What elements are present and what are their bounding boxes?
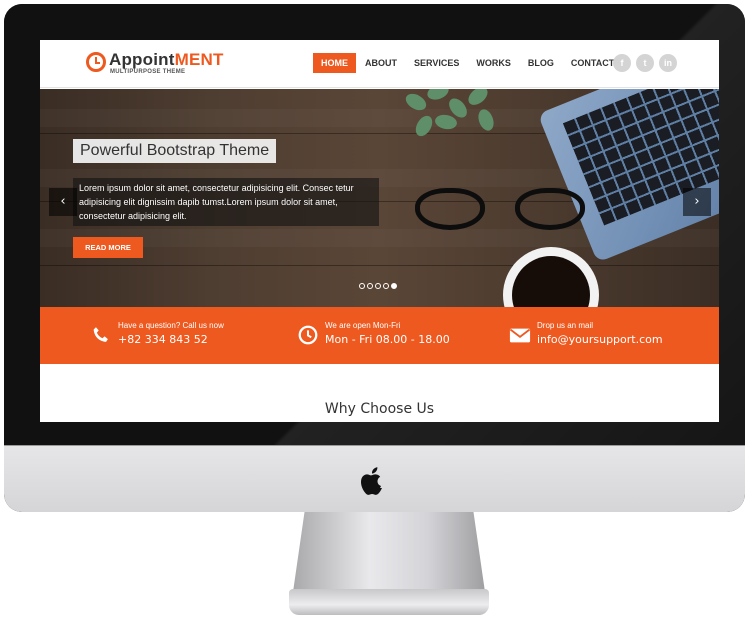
phone-icon — [93, 327, 108, 342]
clock-icon — [298, 325, 318, 345]
facebook-icon[interactable]: f — [613, 54, 631, 72]
slider-dot[interactable] — [375, 283, 381, 289]
logo-name: Appoint — [109, 50, 175, 69]
apple-logo-icon — [361, 467, 382, 495]
opening-hours: Mon - Fri 08.00 - 18.00 — [325, 333, 450, 346]
slider-dot[interactable] — [367, 283, 373, 289]
hero-slider: Powerful Bootstrap Theme Lorem ipsum dol… — [40, 89, 719, 307]
chevron-left-icon[interactable]: ‹ — [49, 188, 77, 216]
nav-about[interactable]: ABOUT — [357, 53, 405, 73]
social-links: f t in — [613, 54, 682, 72]
glasses-image — [395, 182, 605, 242]
nav-blog[interactable]: BLOG — [520, 53, 562, 73]
nav-services[interactable]: SERVICES — [406, 53, 467, 73]
coffee-cup-image — [503, 247, 599, 307]
slider-dot[interactable] — [383, 283, 389, 289]
slider-dots — [359, 283, 399, 289]
logo-tagline: MULTIPURPOSE THEME — [110, 69, 186, 75]
mail-icon — [509, 328, 531, 343]
contact-info-bar: Have a question? Call us now +82 334 843… — [40, 307, 719, 364]
clock-logo-icon — [86, 52, 106, 72]
info-label: We are open Mon-Fri — [325, 321, 401, 330]
imac-monitor: AppointMENT MULTIPURPOSE THEME HOME ABOU… — [4, 4, 745, 512]
main-nav: HOME ABOUT SERVICES WORKS BLOG CONTACT — [313, 53, 623, 73]
nav-works[interactable]: WORKS — [468, 53, 519, 73]
twitter-icon[interactable]: t — [636, 54, 654, 72]
info-label: Have a question? Call us now — [118, 321, 224, 330]
top-navbar: AppointMENT MULTIPURPOSE THEME HOME ABOU… — [40, 40, 719, 88]
slider-dot-active[interactable] — [391, 283, 397, 289]
chevron-right-icon[interactable]: › — [683, 188, 711, 216]
email-link[interactable]: info@yoursupport.com — [537, 333, 663, 346]
monitor-chin — [4, 445, 745, 512]
info-label: Drop us an mail — [537, 321, 594, 330]
phone-number[interactable]: +82 334 843 52 — [118, 333, 208, 346]
linkedin-icon[interactable]: in — [659, 54, 677, 72]
monitor-stand — [293, 512, 485, 592]
hero-title: Powerful Bootstrap Theme — [73, 139, 277, 163]
section-title: Why Choose Us — [324, 401, 435, 417]
website-screen: AppointMENT MULTIPURPOSE THEME HOME ABOU… — [40, 40, 719, 422]
plant-image — [395, 89, 505, 153]
read-more-button[interactable]: READ MORE — [73, 237, 143, 258]
hero-description: Lorem ipsum dolor sit amet, consectetur … — [73, 178, 379, 226]
slider-dot[interactable] — [359, 283, 365, 289]
nav-home[interactable]: HOME — [313, 53, 356, 73]
monitor-stand-foot — [289, 589, 489, 615]
logo-name-accent: MENT — [174, 50, 224, 69]
